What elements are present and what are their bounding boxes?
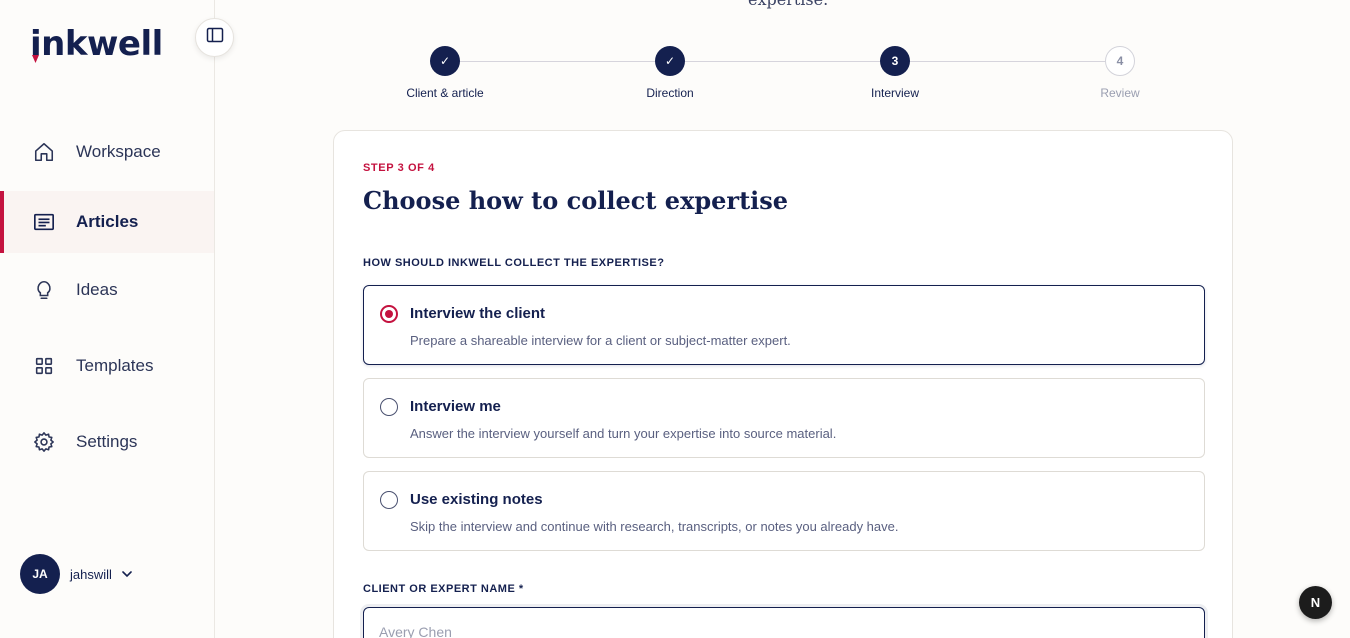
sidebar-item-label: Workspace — [76, 142, 161, 161]
expert-name-input[interactable] — [363, 607, 1205, 638]
option-title: Interview me — [410, 398, 501, 415]
radio-unselected[interactable] — [380, 491, 398, 509]
gear-icon — [32, 430, 56, 454]
home-icon — [32, 140, 56, 164]
stepper-line — [445, 61, 1120, 62]
radio-unselected[interactable] — [380, 398, 398, 416]
sidebar-item-templates[interactable]: Templates — [0, 335, 214, 397]
step-label: Client & article — [406, 86, 484, 100]
chevron-down-icon — [120, 567, 134, 581]
step-number: 4 — [1105, 46, 1135, 76]
option-title: Interview the client — [410, 305, 546, 322]
user-name: jahswill — [70, 566, 112, 582]
inkwell-logo[interactable]: inkwell — [30, 24, 163, 64]
step-direction: ✓ Direction — [600, 46, 740, 100]
option-description: Skip the interview and continue with res… — [410, 519, 899, 534]
option-title: Use existing notes — [410, 491, 543, 508]
sidebar-item-ideas[interactable]: Ideas — [0, 259, 214, 321]
sidebar-item-articles[interactable]: Articles — [0, 191, 214, 253]
question-label: HOW SHOULD INKWELL COLLECT THE EXPERTISE… — [363, 257, 665, 269]
sidebar-item-label: Ideas — [76, 280, 118, 299]
option-description: Answer the interview yourself and turn y… — [410, 426, 837, 441]
step-label: Interview — [870, 86, 920, 100]
step-number: 3 — [880, 46, 910, 76]
option-existing-notes[interactable]: Use existing notes Skip the interview an… — [363, 471, 1205, 551]
grid-icon — [32, 354, 56, 378]
document-icon — [32, 210, 56, 234]
sidebar-item-label: Settings — [76, 432, 138, 451]
step-interview: 3 Interview — [825, 46, 965, 100]
sidebar: inkwell Workspace Articles Ideas Templat… — [0, 0, 215, 638]
step-eyebrow: STEP 3 OF 4 — [363, 162, 435, 174]
option-description: Prepare a shareable interview for a clie… — [410, 333, 791, 348]
radio-selected[interactable] — [380, 305, 398, 323]
avatar: JA — [20, 554, 60, 594]
pen-nib-icon — [32, 55, 39, 63]
name-field-label: CLIENT OR EXPERT NAME * — [363, 583, 524, 595]
lightbulb-icon — [32, 278, 56, 302]
sidebar-item-label: Articles — [76, 212, 139, 231]
step-label: Review — [1100, 86, 1140, 100]
step-label: Direction — [646, 86, 694, 100]
check-icon: ✓ — [655, 46, 685, 76]
sidebar-item-label: Templates — [76, 356, 154, 375]
user-menu[interactable]: JA jahswill — [20, 554, 134, 594]
option-interview-me[interactable]: Interview me Answer the interview yourse… — [363, 378, 1205, 458]
collapse-sidebar-button[interactable] — [195, 18, 234, 57]
check-icon: ✓ — [430, 46, 460, 76]
option-interview-client[interactable]: Interview the client Prepare a shareable… — [363, 285, 1205, 365]
step-client-article: ✓ Client & article — [375, 46, 515, 100]
sidebar-toggle-icon — [206, 26, 224, 49]
card-title: Choose how to collect expertise — [363, 186, 789, 215]
step-review: 4 Review — [1050, 46, 1190, 100]
stepper: ✓ Client & article ✓ Direction 3 Intervi… — [333, 46, 1233, 106]
page-heading-cut: expertise. — [748, 0, 828, 9]
interview-method-card: STEP 3 OF 4 Choose how to collect expert… — [333, 130, 1233, 638]
next-dev-badge[interactable]: N — [1299, 586, 1332, 619]
sidebar-item-settings[interactable]: Settings — [0, 411, 214, 473]
sidebar-item-workspace[interactable]: Workspace — [0, 121, 214, 183]
